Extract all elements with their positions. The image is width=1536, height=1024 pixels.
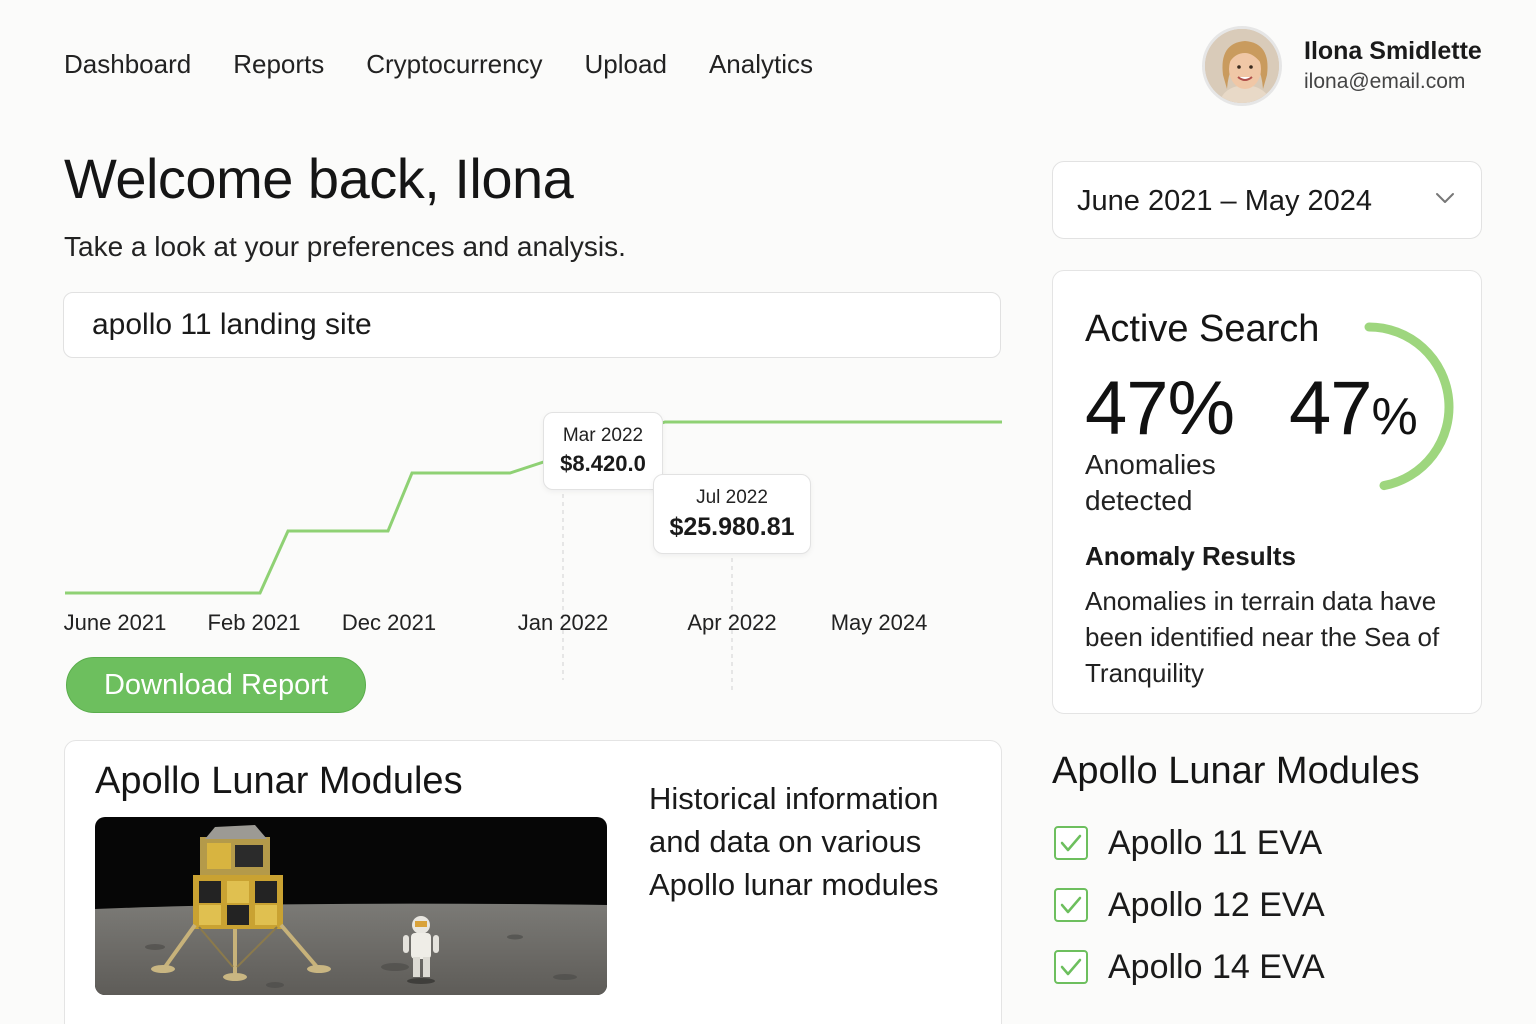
- nav-cryptocurrency[interactable]: Cryptocurrency: [366, 46, 542, 82]
- anomaly-results-body: Anomalies in terrain data have been iden…: [1085, 586, 1440, 688]
- tooltip-value: $8.420.0: [560, 451, 646, 476]
- modules-card: Apollo Lunar Modules Historical informat…: [64, 740, 1002, 1024]
- checklist-item-apollo-14[interactable]: Apollo 14 EVA: [1054, 946, 1325, 988]
- check-icon: [1060, 834, 1082, 852]
- tooltip-date: Mar 2022: [562, 425, 644, 446]
- tooltip-jul-2022: Jul 2022 $25.980.81: [653, 474, 811, 554]
- nav-reports[interactable]: Reports: [233, 46, 324, 82]
- tooltip-date: Jul 2022: [696, 487, 768, 508]
- checkbox[interactable]: [1054, 826, 1088, 860]
- step-chart: June 2021 Feb 2021 Dec 2021 Jan 2022 Apr 202…: [60, 370, 1010, 700]
- check-icon: [1060, 896, 1082, 914]
- x-tick-label: May 2024: [830, 610, 928, 635]
- chevron-down-icon: [1436, 193, 1454, 203]
- progress-ring-number: 47: [1289, 366, 1373, 451]
- x-tick-label: Jan 2022: [517, 610, 609, 635]
- anomaly-percentage: 47%: [1085, 366, 1235, 451]
- modules-card-title: Apollo Lunar Modules: [95, 760, 463, 802]
- page-title: Welcome back, Ilona: [64, 147, 574, 210]
- avatar[interactable]: [1202, 26, 1282, 106]
- user-name: Ilona Smidlette: [1304, 37, 1482, 65]
- x-tick-label: Feb 2021: [207, 610, 301, 635]
- checklist-label: Apollo 11 EVA: [1108, 824, 1323, 862]
- date-range-value: June 2021 – May 2024: [1077, 185, 1373, 217]
- progress-ring-unit: %: [1371, 388, 1418, 446]
- x-tick-label: Dec 2021: [341, 610, 437, 635]
- progress-ring-value: 47%: [1289, 366, 1418, 459]
- checklist-item-apollo-11[interactable]: Apollo 11 EVA: [1054, 822, 1322, 864]
- modules-card-description: Historical information and data on vario…: [649, 781, 939, 902]
- checklist-label: Apollo 12 EVA: [1108, 886, 1325, 924]
- user-info: Ilona Smidlette ilona@email.com: [1304, 35, 1482, 97]
- download-report-button[interactable]: Download Report: [66, 657, 366, 713]
- checklist-item-apollo-12[interactable]: Apollo 12 EVA: [1054, 884, 1325, 926]
- checkbox[interactable]: [1054, 888, 1088, 922]
- nav-analytics[interactable]: Analytics: [709, 46, 813, 82]
- checklist-label: Apollo 14 EVA: [1108, 948, 1325, 986]
- lunar-module-image: [95, 817, 607, 995]
- nav-dashboard[interactable]: Dashboard: [64, 46, 191, 82]
- date-range-select[interactable]: June 2021 – May 2024: [1052, 161, 1482, 239]
- x-tick-label: Apr 2022: [687, 610, 777, 635]
- user-email: ilona@email.com: [1304, 70, 1466, 93]
- checklist-title: Apollo Lunar Modules: [1052, 750, 1420, 792]
- nav-upload[interactable]: Upload: [585, 46, 667, 82]
- anomaly-results-title: Anomaly Results: [1085, 541, 1296, 571]
- tooltip-mar-2022: Mar 2022 $8.420.0: [543, 412, 663, 490]
- active-search-card: Active Search 47% Anomalies detected 47%…: [1052, 270, 1482, 714]
- anomaly-caption: Anomalies detected: [1085, 449, 1216, 516]
- lunar-module-photo: [95, 817, 607, 995]
- x-tick-label: June 2021: [63, 610, 167, 635]
- check-icon: [1060, 958, 1082, 976]
- chart-series-line: [65, 420, 1002, 595]
- top-nav: Dashboard Reports Cryptocurrency Upload …: [64, 46, 855, 82]
- checkbox[interactable]: [1054, 950, 1088, 984]
- page-subtitle: Take a look at your preferences and anal…: [64, 231, 626, 262]
- user-profile[interactable]: Ilona Smidlette ilona@email.com: [1202, 26, 1482, 106]
- tooltip-value: $25.980.81: [669, 513, 795, 541]
- avatar-image: [1205, 29, 1279, 103]
- search-input[interactable]: [63, 292, 1001, 358]
- chart-canvas: [65, 420, 1002, 690]
